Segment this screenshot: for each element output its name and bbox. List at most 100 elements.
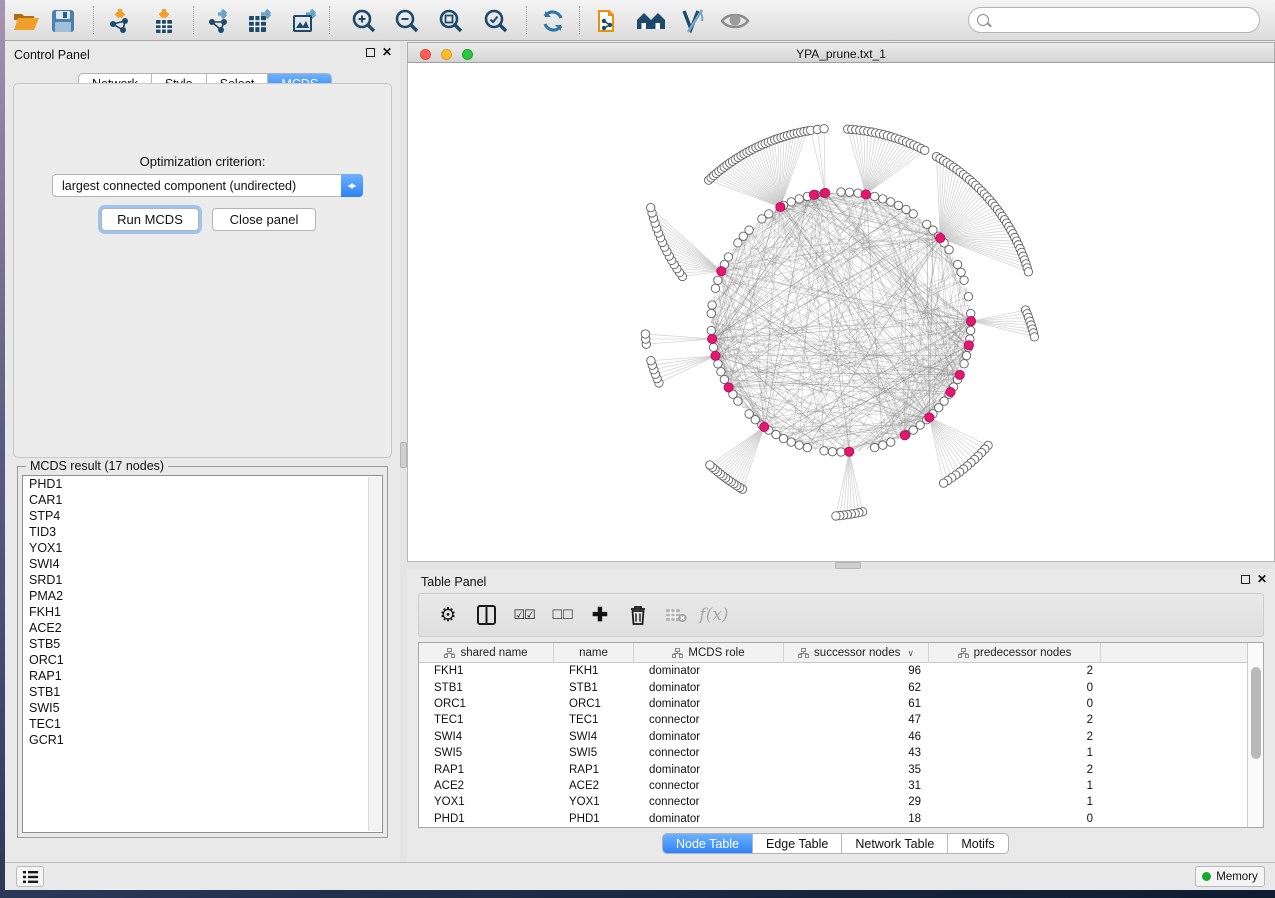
network-node[interactable] [714,276,722,284]
table-row[interactable]: ACE2ACE2connector311 [419,778,1247,794]
network-node[interactable] [803,443,811,451]
mcds-result-item[interactable]: TEC1 [23,716,382,732]
network-node[interactable] [708,301,716,309]
network-node[interactable] [870,443,878,451]
network-node[interactable] [960,276,968,284]
mcds-hub-node[interactable] [936,233,945,242]
network-node[interactable] [828,448,836,456]
network-node[interactable] [707,309,715,317]
mcds-hub-node[interactable] [711,351,720,360]
mcds-result-item[interactable]: STP4 [23,508,382,524]
mcds-result-item[interactable]: ACE2 [23,620,382,636]
column-header-shared-name[interactable]: shared name [419,643,554,663]
clone-network-button[interactable] [592,5,624,37]
add-row-icon[interactable]: ✚ [589,604,611,626]
network-node[interactable] [795,441,803,449]
search-input[interactable] [989,13,1259,27]
mcds-hub-node[interactable] [861,190,870,199]
close-panel-icon[interactable]: ✕ [1257,574,1267,584]
show-columns-icon[interactable] [475,604,497,626]
network-node[interactable] [706,461,714,469]
column-header-name[interactable]: name [554,643,634,663]
mcds-hub-node[interactable] [964,341,973,350]
network-node[interactable] [820,125,828,133]
network-node[interactable] [962,351,970,359]
divider-grip[interactable] [400,442,407,468]
memory-button[interactable]: Memory [1195,866,1265,887]
tab-motifs[interactable]: Motifs [948,834,1007,853]
result-list-scrollbar[interactable] [368,477,381,831]
search-box[interactable] [968,7,1260,33]
import-table-button[interactable] [148,5,180,37]
tab-edge-table[interactable]: Edge Table [753,834,842,853]
network-canvas[interactable] [407,63,1275,562]
mcds-hub-node[interactable] [966,316,975,325]
network-node[interactable] [724,253,732,261]
table-row[interactable]: SWI5SWI5connector431 [419,745,1247,761]
mcds-result-item[interactable]: SWI4 [23,556,382,572]
mcds-result-item[interactable]: TID3 [23,524,382,540]
scrollbar-thumb[interactable] [1251,667,1261,759]
mcds-hub-node[interactable] [845,447,854,456]
zoom-in-button[interactable] [348,5,380,37]
network-node[interactable] [945,246,953,254]
network-node[interactable] [765,210,773,218]
table-row[interactable]: RAP1RAP1dominator352 [419,761,1247,777]
network-node[interactable] [711,284,719,292]
network-node[interactable] [745,410,753,418]
network-node[interactable] [647,203,655,211]
network-node[interactable] [720,375,728,383]
mcds-result-item[interactable]: YOX1 [23,540,382,556]
close-panel-icon[interactable]: ✕ [382,47,392,57]
select-all-icon[interactable]: ☑☑ [513,604,535,626]
mcds-result-item[interactable]: STB5 [23,636,382,652]
network-node[interactable] [837,448,845,456]
network-node[interactable] [707,326,715,334]
vizmapper-button[interactable] [677,5,709,37]
zoom-out-button[interactable] [391,5,423,37]
export-table-button[interactable] [245,5,277,37]
mcds-result-item[interactable]: SRD1 [23,572,382,588]
mcds-result-item[interactable]: GCR1 [23,732,382,748]
table-row[interactable]: PHD1PHD1dominator180 [419,811,1247,827]
network-node[interactable] [887,198,895,206]
zoom-fit-button[interactable] [435,5,467,37]
network-node[interactable] [1024,268,1032,276]
network-node[interactable] [779,434,787,442]
mcds-hub-node[interactable] [900,431,909,440]
network-node[interactable] [887,438,895,446]
table-row[interactable]: TEC1TEC1connector472 [419,712,1247,728]
mcds-result-item[interactable]: PMA2 [23,588,382,604]
float-panel-icon[interactable] [1241,575,1250,584]
deselect-all-icon[interactable]: ☐☐ [551,604,573,626]
network-node[interactable] [953,260,961,268]
vertical-split-divider[interactable] [400,42,407,862]
export-network-button[interactable] [204,5,236,37]
mcds-result-item[interactable]: SWI5 [23,700,382,716]
network-node[interactable] [967,326,975,334]
horizontal-split-divider[interactable] [407,562,1275,569]
save-session-button[interactable] [47,5,79,37]
import-network-button[interactable] [104,5,136,37]
network-node[interactable] [709,343,717,351]
mcds-hub-node[interactable] [955,370,964,379]
network-node[interactable] [879,441,887,449]
column-header-predecessor-nodes[interactable]: predecessor nodes [929,643,1101,663]
settings-icon[interactable]: ⚙ [437,604,459,626]
mcds-result-item[interactable]: ORC1 [23,652,382,668]
network-window-titlebar[interactable]: YPA_prune.txt_1 [407,42,1275,63]
network-node[interactable] [837,188,845,196]
mcds-result-item[interactable]: CAR1 [23,492,382,508]
export-image-button[interactable] [290,5,322,37]
network-node[interactable] [717,368,725,376]
tab-node-table[interactable]: Node Table [663,834,753,853]
table-row[interactable]: FKH1FKH1dominator962 [419,663,1247,679]
tab-network-table[interactable]: Network Table [842,834,948,853]
network-node[interactable] [964,292,972,300]
delete-row-icon[interactable] [627,604,649,626]
optimization-criterion-select[interactable]: largest connected component (undirected) [52,174,363,197]
refresh-layout-button[interactable] [537,5,569,37]
column-header-mcds-role[interactable]: MCDS role [634,643,784,663]
mcds-hub-node[interactable] [809,190,818,199]
mcds-hub-node[interactable] [760,422,769,431]
